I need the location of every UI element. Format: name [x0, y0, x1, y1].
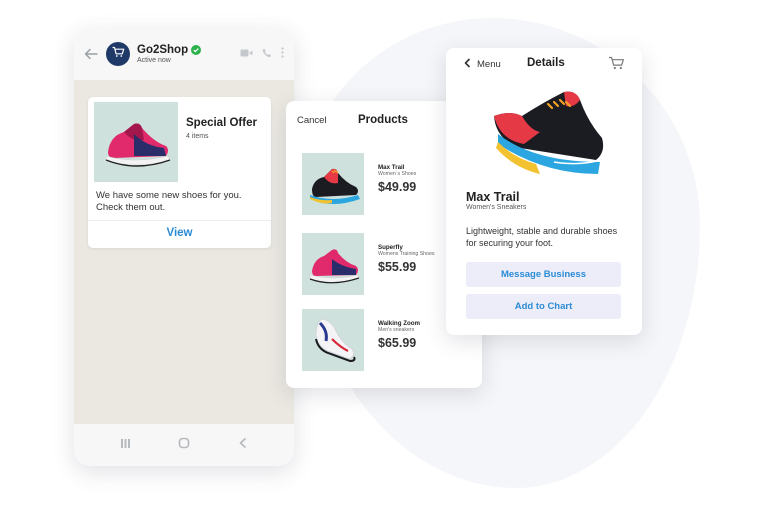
divider [88, 220, 271, 221]
nav-back-icon[interactable] [238, 436, 248, 454]
phone-icon[interactable] [262, 45, 272, 63]
android-nav-bar [74, 424, 294, 466]
shopping-cart-icon[interactable] [608, 56, 625, 75]
nav-recents-icon[interactable] [120, 436, 131, 454]
product-price: $65.99 [378, 336, 417, 350]
message-business-button[interactable]: Message Business [466, 262, 621, 287]
product-name: Max Trail [466, 190, 520, 204]
view-button[interactable]: View [88, 227, 271, 239]
product-description: Lightweight, stable and durable shoes fo… [466, 226, 618, 248]
product-subtitle: Womens Training Shoes [378, 251, 435, 257]
product-hero-image [484, 82, 608, 192]
product-price: $55.99 [378, 260, 417, 274]
product-image [302, 309, 364, 371]
product-subtitle: Women's Sneakers [466, 204, 527, 211]
product-image [302, 233, 364, 295]
details-panel: Menu Details Max Trail Women's Sneakers … [446, 48, 642, 335]
chat-body: Special Offer 4 items We have some new s… [74, 80, 294, 463]
details-title: Details [527, 57, 565, 69]
chevron-left-icon [464, 58, 471, 71]
chat-header: Go2Shop Active now [74, 28, 294, 80]
avatar[interactable] [106, 42, 130, 66]
offer-title: Special Offer [186, 117, 257, 129]
video-icon[interactable] [240, 45, 253, 63]
product-name: Superfly [378, 244, 403, 251]
verified-icon [191, 45, 202, 55]
active-status: Active now [137, 57, 171, 64]
nav-home-icon[interactable] [178, 436, 190, 454]
phone-chat-screen: Go2Shop Active now Special Offer 4 items… [74, 28, 294, 466]
menu-back-button[interactable]: Menu [464, 58, 501, 71]
offer-message-card: Special Offer 4 items We have some new s… [88, 97, 271, 248]
cart-icon [111, 45, 125, 64]
add-to-cart-button[interactable]: Add to Chart [466, 294, 621, 319]
offer-message-text: We have some new shoes for you. Check th… [96, 190, 242, 213]
cancel-button[interactable]: Cancel [297, 115, 327, 126]
product-image [302, 153, 364, 215]
product-price: $49.99 [378, 180, 417, 194]
product-subtitle: Women`s Shoes [378, 171, 417, 177]
more-icon[interactable] [281, 45, 284, 63]
product-subtitle: Men's sneakers [378, 327, 415, 333]
offer-item-count: 4 items [186, 133, 209, 140]
menu-label: Menu [477, 59, 501, 70]
products-title: Products [358, 114, 408, 126]
product-name: Max Trail [378, 164, 405, 171]
product-name: Walking Zoom [378, 320, 421, 327]
offer-shoe-image[interactable] [94, 102, 178, 182]
business-name: Go2Shop [137, 44, 189, 56]
back-arrow-icon[interactable] [84, 45, 102, 63]
